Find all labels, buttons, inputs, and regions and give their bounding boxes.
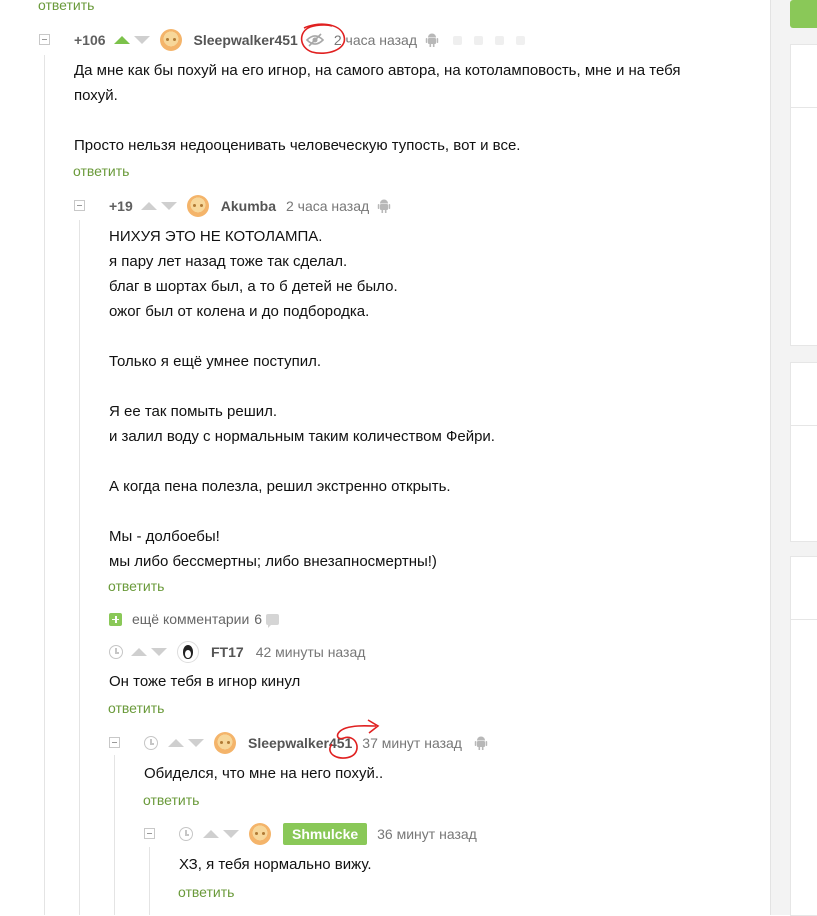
- thread-line-level-1: [44, 55, 45, 915]
- vote-down-icon[interactable]: [151, 648, 167, 656]
- comment-author[interactable]: FT17: [211, 644, 244, 660]
- comment-author[interactable]: Sleepwalker451: [194, 32, 298, 48]
- vote-up-icon[interactable]: [203, 830, 219, 838]
- comment-header: +106 Sleepwalker451 2 часа назад: [74, 29, 526, 51]
- android-icon: [377, 199, 391, 213]
- comment-header: FT17 42 минуты назад: [109, 641, 373, 663]
- comment-header: Sleepwalker451 37 минут назад: [144, 732, 488, 754]
- comment-author[interactable]: Sleepwalker451: [248, 735, 352, 751]
- comment-header: +19 Akumba 2 часа назад: [109, 195, 391, 217]
- avatar[interactable]: [214, 732, 236, 754]
- avatar[interactable]: [177, 641, 199, 663]
- comment-body: Да мне как бы похуй на его игнор, на сам…: [74, 62, 681, 154]
- comment-actions-faded: [453, 35, 526, 45]
- clock-icon: [144, 736, 158, 750]
- vote-up-icon[interactable]: [113, 36, 130, 44]
- comments-panel: ответить +106 Sleepwalker451 2 часа наза…: [0, 0, 770, 915]
- thread-line-level-4: [149, 847, 150, 915]
- plus-icon: [109, 612, 122, 626]
- more-comments-label: ещё комментарии: [132, 611, 250, 627]
- collapse-button[interactable]: [39, 34, 50, 45]
- reply-link[interactable]: ответить: [108, 700, 164, 716]
- more-comments-button[interactable]: ещё комментарии 6: [109, 611, 280, 628]
- reply-link[interactable]: ответить: [108, 578, 164, 594]
- sidebar-block: [790, 362, 817, 542]
- comment-time[interactable]: 37 минут назад: [362, 735, 462, 751]
- reply-link[interactable]: ответить: [143, 792, 199, 808]
- vote-down-icon[interactable]: [188, 739, 204, 747]
- comment-header: Shmulcke 36 минут назад: [179, 823, 485, 845]
- sidebar-block: [790, 556, 817, 916]
- collapse-button[interactable]: [109, 737, 120, 748]
- eye-crossed-icon[interactable]: [305, 33, 324, 47]
- comment-rating: +19: [109, 198, 133, 214]
- vote-up-icon[interactable]: [131, 648, 147, 656]
- avatar[interactable]: [186, 195, 209, 217]
- sidebar-block: [790, 44, 817, 346]
- more-comments-count: 6: [254, 611, 263, 627]
- right-sidebar: [770, 0, 817, 916]
- thread-line-level-3: [114, 755, 115, 915]
- comment-body: Обиделся, что мне на него похуй..: [144, 765, 384, 782]
- reply-link-previous[interactable]: ответить: [38, 0, 94, 13]
- android-icon: [425, 33, 439, 47]
- reply-link[interactable]: ответить: [178, 884, 234, 900]
- vote-down-icon[interactable]: [133, 36, 150, 44]
- reply-link[interactable]: ответить: [73, 163, 129, 179]
- comment-author[interactable]: Akumba: [221, 198, 276, 214]
- vote-up-icon[interactable]: [140, 202, 157, 210]
- comment-time[interactable]: 42 минуты назад: [256, 644, 366, 660]
- comment-author-op[interactable]: Shmulcke: [283, 823, 368, 845]
- thread-line-level-2: [79, 220, 80, 915]
- comment-body: НИХУЯ ЭТО НЕ КОТОЛАМПА. я пару лет назад…: [109, 228, 495, 570]
- sidebar-action-button[interactable]: [790, 0, 817, 28]
- collapse-button[interactable]: [74, 200, 85, 211]
- comment-body: ХЗ, я тебя нормально вижу.: [179, 856, 372, 873]
- android-icon: [474, 736, 488, 750]
- vote-up-icon[interactable]: [168, 739, 184, 747]
- vote-down-icon[interactable]: [160, 202, 177, 210]
- clock-icon: [179, 827, 193, 841]
- comment-rating: +106: [74, 32, 106, 48]
- comment-time[interactable]: 2 часа назад: [286, 198, 369, 214]
- avatar[interactable]: [249, 823, 271, 845]
- avatar[interactable]: [159, 29, 182, 51]
- speech-bubble-icon: [266, 613, 280, 628]
- comment-time[interactable]: 36 минут назад: [377, 826, 477, 842]
- collapse-button[interactable]: [144, 828, 155, 839]
- vote-down-icon[interactable]: [223, 830, 239, 838]
- comment-time[interactable]: 2 часа назад: [334, 32, 417, 48]
- comment-body: Он тоже тебя в игнор кинул: [109, 673, 301, 690]
- clock-icon: [109, 645, 123, 659]
